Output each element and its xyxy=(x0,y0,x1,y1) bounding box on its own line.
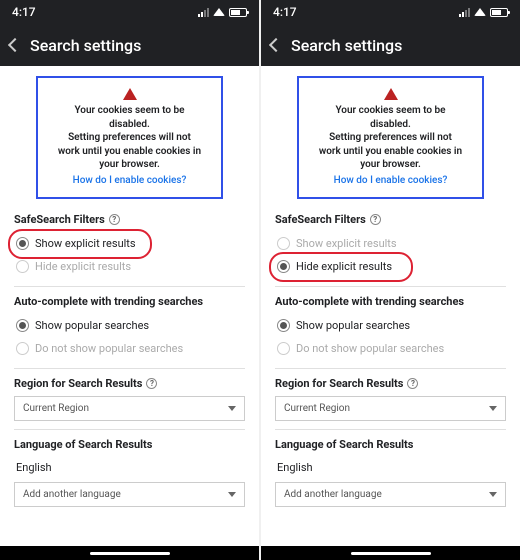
divider xyxy=(14,429,245,430)
radio-hide-popular[interactable]: Do not show popular searches xyxy=(14,337,245,360)
radio-label: Show popular searches xyxy=(296,319,410,332)
region-title: Region for Search Results ? xyxy=(275,377,506,390)
radio-label: Do not show popular searches xyxy=(296,342,444,355)
dropdown-value: Add another language xyxy=(284,489,382,500)
chevron-down-icon xyxy=(489,406,497,411)
app-bar: Search settings xyxy=(261,24,520,66)
chevron-down-icon xyxy=(228,406,236,411)
settings-pane-right: 4:17 Search settings Your cookies seem t… xyxy=(261,0,520,560)
settings-content: Your cookies seem to be disabled. Settin… xyxy=(261,66,520,546)
status-time: 4:17 xyxy=(12,5,36,19)
divider xyxy=(14,368,245,369)
help-icon[interactable]: ? xyxy=(407,378,418,389)
radio-label: Hide explicit results xyxy=(35,260,131,273)
autocomplete-title: Auto-complete with trending searches xyxy=(14,295,245,308)
region-dropdown[interactable]: Current Region xyxy=(275,396,506,421)
signal-icon xyxy=(459,8,470,17)
status-icons xyxy=(459,8,508,17)
warning-icon xyxy=(384,88,398,100)
status-time: 4:17 xyxy=(273,5,297,19)
back-icon[interactable] xyxy=(269,38,283,52)
radio-label: Hide explicit results xyxy=(296,260,392,273)
dropdown-value: Add another language xyxy=(23,489,121,500)
app-bar: Search settings xyxy=(0,24,259,66)
radio-icon xyxy=(16,237,29,250)
settings-content: Your cookies seem to be disabled. Settin… xyxy=(0,66,259,546)
language-current: English xyxy=(275,457,506,478)
safesearch-title: SafeSearch Filters ? xyxy=(14,213,245,226)
radio-show-popular[interactable]: Show popular searches xyxy=(14,314,245,337)
divider xyxy=(275,429,506,430)
dropdown-value: Current Region xyxy=(23,403,89,414)
radio-label: Show explicit results xyxy=(296,237,397,250)
cookie-warning-line1: Your cookies seem to be disabled. xyxy=(56,104,203,131)
radio-icon xyxy=(277,260,290,273)
safesearch-title: SafeSearch Filters ? xyxy=(275,213,506,226)
radio-label: Do not show popular searches xyxy=(35,342,183,355)
radio-hide-popular[interactable]: Do not show popular searches xyxy=(275,337,506,360)
divider xyxy=(275,286,506,287)
radio-show-popular[interactable]: Show popular searches xyxy=(275,314,506,337)
divider xyxy=(14,286,245,287)
language-add-dropdown[interactable]: Add another language xyxy=(275,482,506,507)
radio-icon xyxy=(277,342,290,355)
radio-icon xyxy=(16,342,29,355)
warning-icon xyxy=(123,88,137,100)
page-title: Search settings xyxy=(30,36,141,55)
cookie-warning: Your cookies seem to be disabled. Settin… xyxy=(297,76,484,199)
radio-show-explicit[interactable]: Show explicit results xyxy=(14,232,245,255)
battery-icon xyxy=(229,8,247,17)
divider xyxy=(275,368,506,369)
cookie-warning-line2: Setting preferences will not work until … xyxy=(56,131,203,172)
region-title: Region for Search Results ? xyxy=(14,377,245,390)
cookie-warning-line2: Setting preferences will not work until … xyxy=(317,131,464,172)
cookie-help-link[interactable]: How do I enable cookies? xyxy=(56,174,203,188)
language-title: Language of Search Results xyxy=(14,438,245,451)
battery-icon xyxy=(490,8,508,17)
autocomplete-title: Auto-complete with trending searches xyxy=(275,295,506,308)
radio-icon xyxy=(16,319,29,332)
language-add-dropdown[interactable]: Add another language xyxy=(14,482,245,507)
page-title: Search settings xyxy=(291,36,402,55)
cookie-warning-line1: Your cookies seem to be disabled. xyxy=(317,104,464,131)
status-bar: 4:17 xyxy=(0,0,259,24)
signal-icon xyxy=(198,8,209,17)
settings-pane-left: 4:17 Search settings Your cookies seem t… xyxy=(0,0,259,560)
radio-icon xyxy=(277,237,290,250)
wifi-icon xyxy=(474,8,486,16)
home-indicator[interactable] xyxy=(90,552,170,555)
help-icon[interactable]: ? xyxy=(109,214,120,225)
help-icon[interactable]: ? xyxy=(146,378,157,389)
radio-hide-explicit[interactable]: Hide explicit results xyxy=(275,255,506,278)
radio-label: Show explicit results xyxy=(35,237,136,250)
dropdown-value: Current Region xyxy=(284,403,350,414)
status-bar: 4:17 xyxy=(261,0,520,24)
region-dropdown[interactable]: Current Region xyxy=(14,396,245,421)
home-bar xyxy=(0,546,259,560)
back-icon[interactable] xyxy=(8,38,22,52)
chevron-down-icon xyxy=(228,492,236,497)
home-indicator[interactable] xyxy=(351,552,431,555)
chevron-down-icon xyxy=(489,492,497,497)
radio-label: Show popular searches xyxy=(35,319,149,332)
home-bar xyxy=(261,546,520,560)
help-icon[interactable]: ? xyxy=(370,214,381,225)
radio-icon xyxy=(277,319,290,332)
radio-icon xyxy=(16,260,29,273)
wifi-icon xyxy=(213,8,225,16)
cookie-help-link[interactable]: How do I enable cookies? xyxy=(317,174,464,188)
status-icons xyxy=(198,8,247,17)
language-title: Language of Search Results xyxy=(275,438,506,451)
language-current: English xyxy=(14,457,245,478)
cookie-warning: Your cookies seem to be disabled. Settin… xyxy=(36,76,223,199)
